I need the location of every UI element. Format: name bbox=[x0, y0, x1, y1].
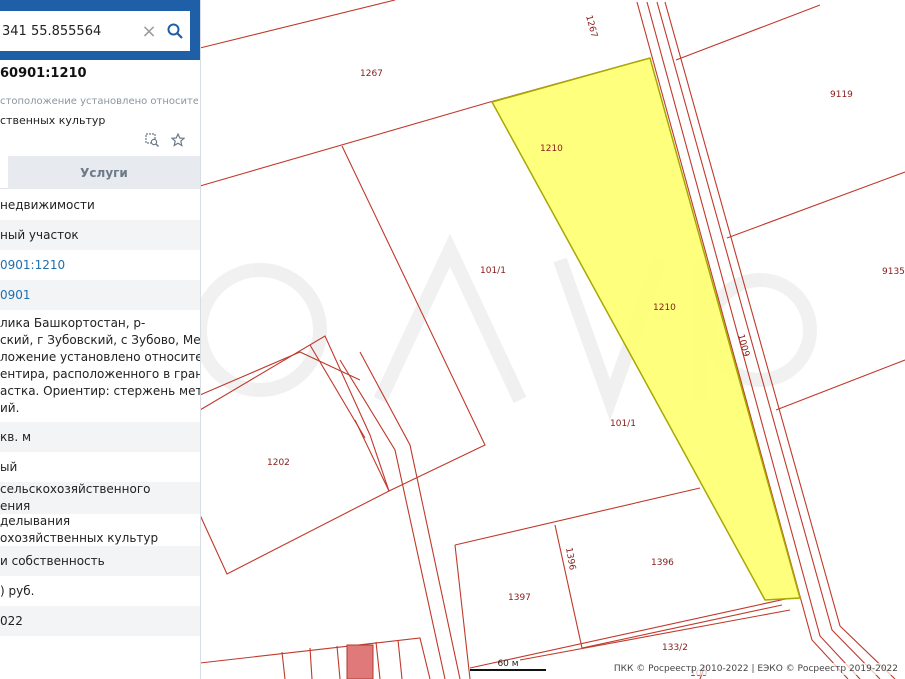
info-row-line: ий. bbox=[0, 401, 20, 415]
label-1202: 1202 bbox=[267, 458, 290, 468]
info-row-line: недвижимости bbox=[0, 197, 95, 212]
map-attribution: ПКК © Росреестр 2010-2022 | ЕЭКО © Росре… bbox=[610, 663, 901, 675]
info-row-line: 022 bbox=[0, 613, 23, 628]
info-row-line: ения bbox=[0, 499, 31, 513]
info-row-line: ложение установлено относитель bbox=[0, 350, 200, 364]
info-row: и собственность bbox=[0, 546, 200, 576]
collapse-sidebar-icon[interactable]: ‹ bbox=[200, 18, 213, 44]
info-row-line: ентира, расположенного в грани bbox=[0, 367, 200, 381]
info-sidebar: 341 55.855564 × 60901:1210 стоположение … bbox=[0, 0, 201, 679]
cadastral-number: 60901:1210 bbox=[0, 66, 87, 81]
label-1397: 1397 bbox=[508, 593, 531, 603]
info-row-line: охозяйственных культур bbox=[0, 531, 159, 545]
zoom-to-object-icon[interactable] bbox=[143, 131, 161, 149]
highlighted-lot bbox=[346, 644, 374, 679]
clear-icon[interactable]: × bbox=[138, 21, 160, 42]
info-row-line: лика Башкортостан, р- bbox=[0, 316, 146, 330]
tab-info[interactable] bbox=[0, 156, 8, 189]
label-101-1-a: 101/1 bbox=[480, 266, 506, 276]
info-row-line: и собственность bbox=[0, 553, 105, 568]
search-input[interactable]: 341 55.855564 bbox=[0, 24, 138, 39]
info-row[interactable]: 0901:1210 bbox=[0, 250, 200, 280]
info-row: ный участок bbox=[0, 220, 200, 250]
info-tabs: Услуги bbox=[0, 156, 200, 189]
info-row-line: ый bbox=[0, 459, 18, 474]
search-bar: 341 55.855564 × bbox=[0, 0, 200, 60]
info-row: лика Башкортостан, р-ский, г Зубовский, … bbox=[0, 310, 200, 422]
info-row-line: делывания bbox=[0, 514, 71, 528]
info-row: делывания охозяйственных культур bbox=[0, 514, 200, 546]
info-row: сельскохозяйственного ения bbox=[0, 482, 200, 514]
label-9119: 9119 bbox=[830, 90, 853, 100]
info-row-line: кв. м bbox=[0, 429, 32, 444]
info-row: ый bbox=[0, 452, 200, 482]
info-row-line: ский, г Зубовский, с Зубово, Ме bbox=[0, 333, 200, 347]
label-133-2: 133/2 bbox=[662, 643, 688, 653]
info-row[interactable]: 0901 bbox=[0, 280, 200, 310]
info-row-line: 0901:1210 bbox=[0, 257, 66, 272]
map-scale: 60 м bbox=[470, 659, 546, 673]
info-row-line: ный участок bbox=[0, 227, 79, 242]
info-row-line: ) руб. bbox=[0, 583, 35, 598]
info-tools bbox=[143, 131, 187, 149]
info-row: кв. м bbox=[0, 422, 200, 452]
scale-bar bbox=[470, 669, 546, 671]
location-note: стоположение установлено относитель... bbox=[0, 96, 198, 107]
info-row: недвижимости bbox=[0, 190, 200, 220]
info-row-line: сельскохозяйственного bbox=[0, 482, 151, 496]
label-1267: 1267 bbox=[360, 69, 383, 79]
label-9135: 9135 bbox=[882, 267, 905, 277]
star-icon[interactable] bbox=[169, 131, 187, 149]
search-icon[interactable] bbox=[160, 23, 190, 39]
info-rows: недвижимости ный участок 0901:1210 0901 лика… bbox=[0, 190, 200, 636]
info-row-line: астка. Ориентир: стержень метал bbox=[0, 384, 200, 398]
label-1210-b: 1210 bbox=[653, 303, 676, 313]
usage-note: ственных культур bbox=[0, 114, 106, 127]
info-row: ) руб. bbox=[0, 576, 200, 606]
label-1210-a: 1210 bbox=[540, 144, 563, 154]
tab-services[interactable]: Услуги bbox=[8, 156, 200, 189]
label-101-1-b: 101/1 bbox=[610, 419, 636, 429]
label-1396: 1396 bbox=[651, 558, 674, 568]
info-row-line: 0901 bbox=[0, 287, 31, 302]
search-box: 341 55.855564 × bbox=[0, 11, 190, 51]
info-row: 022 bbox=[0, 606, 200, 636]
scale-label: 60 м bbox=[497, 659, 519, 669]
